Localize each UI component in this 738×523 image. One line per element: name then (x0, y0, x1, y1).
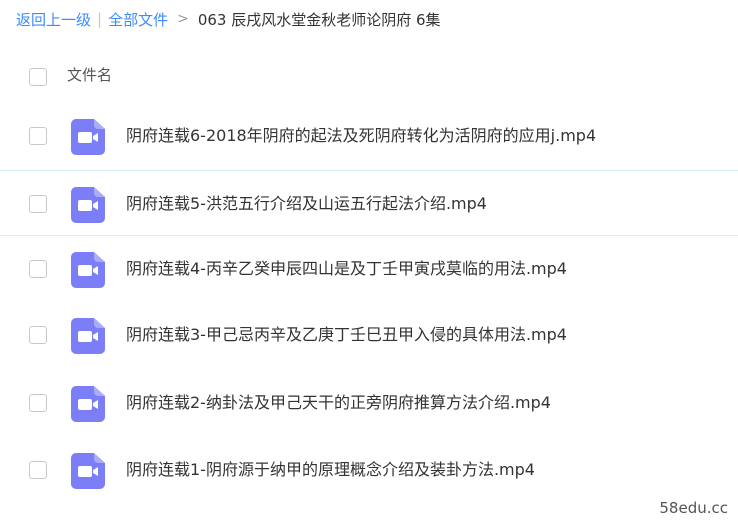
file-row[interactable]: 阴府连载5-洪范五行介绍及山运五行起法介绍.mp4 (0, 170, 738, 236)
breadcrumb: 返回上一级 | 全部文件 > 063 辰戌风水堂金秋老师论阴府 6集 (16, 6, 441, 32)
file-name[interactable]: 阴府连载3-甲己忌丙辛及乙庚丁壬巳丑甲入侵的具体用法.mp4 (126, 302, 567, 368)
file-name[interactable]: 阴府连载5-洪范五行介绍及山运五行起法介绍.mp4 (126, 171, 487, 237)
video-file-icon (71, 318, 105, 354)
video-file-icon (71, 386, 105, 422)
file-row[interactable]: 阴府连载2-纳卦法及甲己天干的正旁阴府推算方法介绍.mp4 (0, 370, 738, 436)
current-folder-title: 063 辰戌风水堂金秋老师论阴府 6集 (197, 10, 441, 29)
all-files-link[interactable]: 全部文件 (108, 9, 168, 30)
list-header: 文件名 (0, 58, 738, 94)
file-checkbox[interactable] (29, 326, 47, 344)
file-row[interactable]: 阴府连载3-甲己忌丙辛及乙庚丁壬巳丑甲入侵的具体用法.mp4 (0, 302, 738, 368)
file-row[interactable]: 阴府连载4-丙辛乙癸申辰四山是及丁壬甲寅戌莫临的用法.mp4 (0, 236, 738, 302)
video-file-icon (71, 453, 105, 489)
back-link[interactable]: 返回上一级 (16, 9, 91, 30)
file-checkbox[interactable] (29, 394, 47, 412)
file-name[interactable]: 阴府连载2-纳卦法及甲己天干的正旁阴府推算方法介绍.mp4 (126, 370, 551, 436)
file-checkbox[interactable] (29, 461, 47, 479)
video-file-icon (71, 187, 105, 223)
file-name[interactable]: 阴府连载4-丙辛乙癸申辰四山是及丁壬甲寅戌莫临的用法.mp4 (126, 236, 567, 302)
filename-column-header: 文件名 (67, 66, 113, 84)
chevron-right-icon: > (177, 11, 189, 27)
file-name[interactable]: 阴府连载1-阴府源于纳甲的原理概念介绍及装卦方法.mp4 (126, 437, 535, 503)
file-checkbox[interactable] (29, 195, 47, 213)
video-file-icon (71, 252, 105, 288)
file-name[interactable]: 阴府连载6-2018年阴府的起法及死阴府转化为活阴府的应用j.mp4 (126, 103, 596, 169)
file-row[interactable]: 阴府连载1-阴府源于纳甲的原理概念介绍及装卦方法.mp4 (0, 437, 738, 503)
breadcrumb-separator: | (97, 10, 103, 28)
file-browser: 返回上一级 | 全部文件 > 063 辰戌风水堂金秋老师论阴府 6集 文件名 阴… (0, 0, 738, 523)
video-file-icon (71, 119, 105, 155)
select-all-checkbox[interactable] (29, 68, 47, 86)
watermark: 58edu.cc (659, 499, 728, 517)
file-checkbox[interactable] (29, 127, 47, 145)
file-checkbox[interactable] (29, 260, 47, 278)
file-row[interactable]: 阴府连载6-2018年阴府的起法及死阴府转化为活阴府的应用j.mp4 (0, 103, 738, 169)
